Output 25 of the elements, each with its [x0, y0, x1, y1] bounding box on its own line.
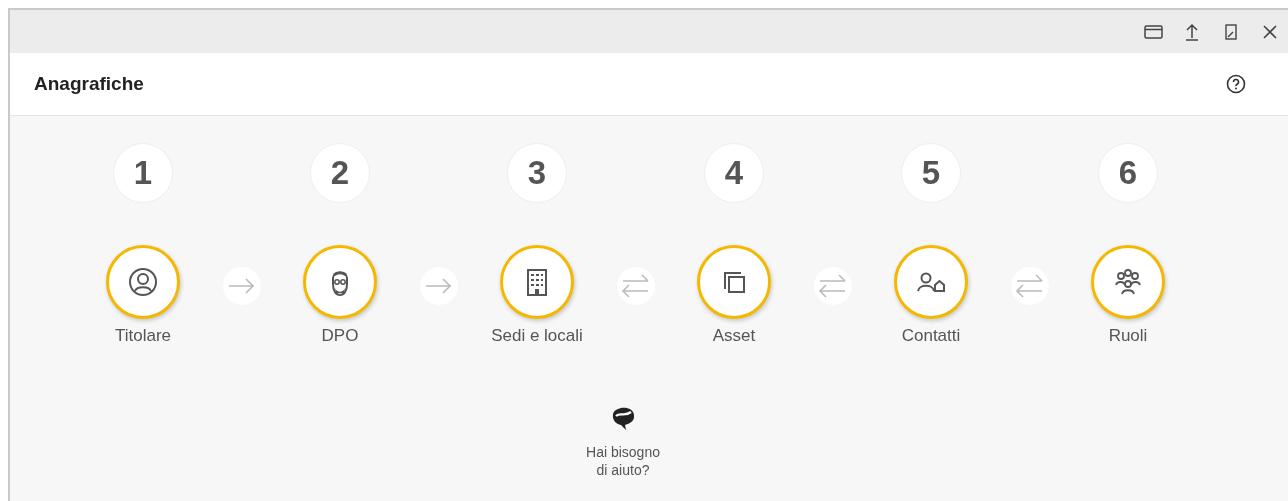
step-button[interactable] — [106, 245, 180, 319]
step-button[interactable] — [1091, 245, 1165, 319]
step-number: 3 — [507, 143, 567, 203]
swap-arrows-icon — [1010, 267, 1049, 305]
step-number: 6 — [1098, 143, 1158, 203]
step-button[interactable] — [303, 245, 377, 319]
step-number: 2 — [310, 143, 370, 203]
step-label: Ruoli — [1108, 326, 1148, 346]
step-label: DPO — [321, 326, 359, 346]
swap-arrows-icon — [813, 267, 852, 305]
swap-arrows-icon — [616, 267, 655, 305]
step-button[interactable] — [894, 245, 968, 319]
step-number: 1 — [113, 143, 173, 203]
person-icon — [127, 266, 159, 298]
help-icon[interactable] — [1226, 74, 1246, 94]
step-button[interactable] — [500, 245, 574, 319]
step-label: Asset — [712, 326, 756, 346]
step-label: Titolare — [114, 326, 172, 346]
step-button[interactable] — [697, 245, 771, 319]
step-number: 5 — [901, 143, 961, 203]
page-title: Anagrafiche — [34, 73, 144, 95]
step-label: Contatti — [901, 326, 961, 346]
help-link[interactable]: Hai bisogno di aiuto? — [582, 444, 664, 479]
step-label: Sedi e locali — [491, 326, 583, 346]
step-number: 4 — [704, 143, 764, 203]
